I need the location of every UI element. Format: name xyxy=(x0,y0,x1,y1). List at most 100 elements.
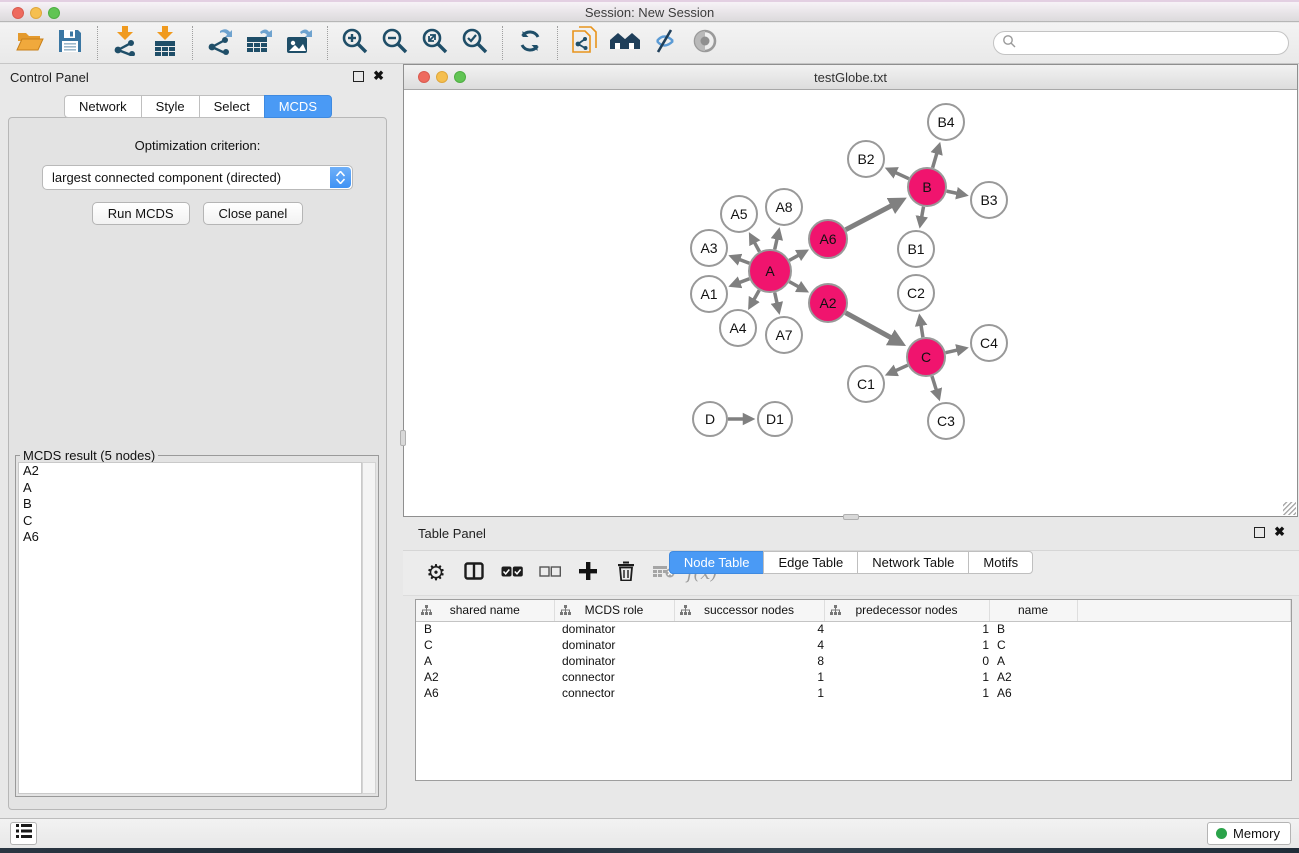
control-panel-header: Control Panel ✖ xyxy=(0,64,396,90)
control-panel-title: Control Panel xyxy=(10,70,89,85)
close-panel-icon[interactable]: ✖ xyxy=(1274,525,1285,539)
graph-node-label: A1 xyxy=(700,286,717,302)
graph-edge[interactable] xyxy=(751,290,760,305)
search-box[interactable] xyxy=(993,31,1289,55)
graph-edge[interactable] xyxy=(733,257,749,263)
graph-node-label: C xyxy=(921,349,931,365)
memory-button[interactable]: Memory xyxy=(1207,822,1291,845)
graphics-details-icon xyxy=(651,28,679,59)
graph-edge[interactable] xyxy=(932,376,938,396)
export-image-button[interactable] xyxy=(283,27,317,59)
export-network-button[interactable] xyxy=(203,27,237,59)
graph-node-label: C2 xyxy=(907,285,925,301)
graph-edge[interactable] xyxy=(889,365,907,373)
graph-node-label: C4 xyxy=(980,335,998,351)
window-resize-grip[interactable] xyxy=(1283,502,1296,515)
selected-option-text: largest connected component (directed) xyxy=(52,170,281,185)
search-input[interactable] xyxy=(1021,35,1271,52)
tab-network-table[interactable]: Network Table xyxy=(857,551,968,574)
toolbar-separator xyxy=(557,26,558,60)
graph-edge[interactable] xyxy=(775,232,779,249)
mcds-result-item[interactable]: B xyxy=(19,496,361,513)
graph-node-label: A xyxy=(765,263,775,279)
birds-eye-view-button[interactable] xyxy=(688,27,722,59)
refresh-button[interactable] xyxy=(513,27,547,59)
zoom-selected-icon xyxy=(461,27,489,60)
zoom-selected-button[interactable] xyxy=(458,27,492,59)
task-history-button[interactable] xyxy=(10,822,37,845)
graph-edge[interactable] xyxy=(789,252,804,260)
save-session-button[interactable] xyxy=(53,27,87,59)
mcds-result-item[interactable]: A xyxy=(19,480,361,497)
close-panel-button[interactable]: Close panel xyxy=(203,202,304,225)
graph-edge[interactable] xyxy=(846,313,900,343)
memory-label: Memory xyxy=(1233,826,1280,841)
dropdown-spinner-icon xyxy=(330,167,351,188)
graph-edge[interactable] xyxy=(920,207,923,224)
close-panel-icon[interactable]: ✖ xyxy=(373,69,384,83)
graph-edge[interactable] xyxy=(933,147,939,168)
tab-edge-table[interactable]: Edge Table xyxy=(763,551,857,574)
graph-edge[interactable] xyxy=(789,282,804,290)
graph-node-label: C3 xyxy=(937,413,955,429)
open-network-file-button[interactable] xyxy=(568,27,602,59)
mcds-result-list[interactable]: A2ABCA6 xyxy=(18,462,362,794)
toolbar-separator xyxy=(502,26,503,60)
toggle-graphics-details-button[interactable] xyxy=(648,27,682,59)
import-network-button[interactable] xyxy=(108,27,142,59)
tab-select[interactable]: Select xyxy=(199,95,264,118)
graph-edge[interactable] xyxy=(846,201,901,230)
zoom-out-button[interactable] xyxy=(378,27,412,59)
run-mcds-button[interactable]: Run MCDS xyxy=(92,202,190,225)
mcds-result-item[interactable]: A6 xyxy=(19,529,361,546)
mcds-result-item[interactable]: C xyxy=(19,513,361,530)
table-panel-header: Table Panel ✖ xyxy=(403,520,1299,546)
network-overview-button[interactable] xyxy=(608,27,642,59)
graph-node-label: D xyxy=(705,411,715,427)
app-title: Session: New Session xyxy=(0,5,1299,20)
float-panel-icon[interactable] xyxy=(1254,527,1265,538)
homes-icon xyxy=(609,29,641,58)
tab-style[interactable]: Style xyxy=(141,95,199,118)
graph-edge[interactable] xyxy=(775,292,779,309)
memory-status-dot xyxy=(1216,828,1227,839)
result-scrollbar[interactable] xyxy=(362,462,376,794)
graph-node-label: A3 xyxy=(700,240,717,256)
open-folder-icon xyxy=(16,28,44,59)
zoom-in-button[interactable] xyxy=(338,27,372,59)
splitter-handle-vertical[interactable] xyxy=(400,430,406,446)
import-table-button[interactable] xyxy=(148,27,182,59)
save-floppy-icon xyxy=(57,28,83,59)
graph-edge[interactable] xyxy=(947,191,964,195)
graph-node-label: A4 xyxy=(729,320,746,336)
tab-network[interactable]: Network xyxy=(64,95,141,118)
table-tabs: Node Table Edge Table Network Table Moti… xyxy=(403,551,1299,812)
network-file-icon xyxy=(572,26,598,61)
mcds-result-item[interactable]: A2 xyxy=(19,463,361,480)
tab-motifs[interactable]: Motifs xyxy=(968,551,1033,574)
graph-edge[interactable] xyxy=(889,170,908,179)
toolbar-separator xyxy=(192,26,193,60)
refresh-icon xyxy=(517,28,543,59)
optimization-criterion-label: Optimization criterion: xyxy=(9,138,386,153)
graph-edge[interactable] xyxy=(733,279,749,285)
tab-node-table[interactable]: Node Table xyxy=(669,551,764,574)
graph-node-label: B3 xyxy=(980,192,997,208)
graph-edge[interactable] xyxy=(920,318,923,337)
open-file-button[interactable] xyxy=(13,27,47,59)
control-panel: Control Panel ✖ Network Style Select MCD… xyxy=(0,64,396,818)
tab-mcds[interactable]: MCDS xyxy=(264,95,332,118)
optimization-criterion-select[interactable]: largest connected component (directed) xyxy=(42,165,353,190)
float-panel-icon[interactable] xyxy=(353,71,364,82)
network-window-titlebar: testGlobe.txt xyxy=(404,65,1297,90)
network-graph[interactable]: B4B2BB3A5A8A6A3B1AA1C2A2A4A7C4CC1C3DD1 xyxy=(404,90,1297,516)
graph-node-label: D1 xyxy=(766,411,784,427)
graph-edge[interactable] xyxy=(946,349,964,353)
graph-node-label: B4 xyxy=(937,114,954,130)
export-table-button[interactable] xyxy=(243,27,277,59)
graph-edge[interactable] xyxy=(751,237,759,252)
import-table-icon xyxy=(153,26,177,61)
network-canvas[interactable]: B4B2BB3A5A8A6A3B1AA1C2A2A4A7C4CC1C3DD1 xyxy=(404,90,1297,516)
desktop-background xyxy=(0,848,1299,853)
zoom-fit-button[interactable] xyxy=(418,27,452,59)
